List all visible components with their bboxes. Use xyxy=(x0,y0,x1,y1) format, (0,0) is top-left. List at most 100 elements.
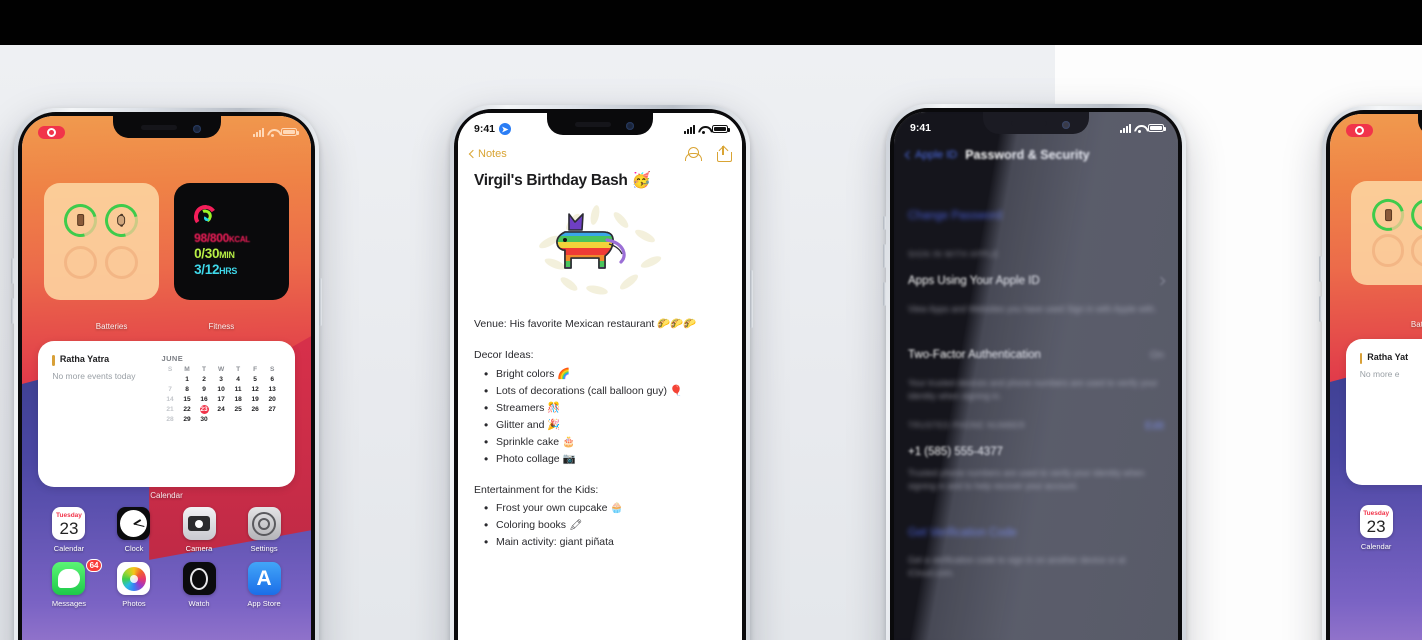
app-photos[interactable]: Photos xyxy=(101,562,166,608)
calendar-event-title: Ratha Yatra xyxy=(59,353,110,364)
battery-ring-iphone xyxy=(58,198,104,244)
calendar-day[interactable]: 9 xyxy=(196,385,213,394)
volume-up-button[interactable] xyxy=(883,244,886,268)
calendar-day[interactable] xyxy=(230,415,247,424)
calendar-day[interactable]: 18 xyxy=(230,395,247,404)
calendar-day[interactable]: 27 xyxy=(264,405,281,414)
calendar-day[interactable]: 24 xyxy=(213,405,230,414)
calendar-day[interactable]: 19 xyxy=(247,395,264,404)
calendar-day[interactable]: 15 xyxy=(179,395,196,404)
calendar-day[interactable]: 1 xyxy=(179,375,196,384)
calendar-day[interactable]: 8 xyxy=(179,385,196,394)
calendar-day[interactable]: 26 xyxy=(247,405,264,414)
widget-batteries[interactable] xyxy=(43,183,159,300)
calendar-day[interactable]: 6 xyxy=(264,375,281,384)
phone-screen[interactable]: 9:41 ➤ Notes Virgil's Birthday Bash 🥳 Ve… xyxy=(458,113,742,640)
screenshot-stage: 98/800KCAL 0/30MIN 3/12HRS Batteries Fit… xyxy=(0,0,1422,640)
power-button[interactable] xyxy=(750,270,753,328)
app-messages[interactable]: 64 Messages xyxy=(36,559,103,608)
calendar-day[interactable]: 22 xyxy=(179,405,196,414)
calendar-dow: T xyxy=(236,365,241,373)
watch-icon xyxy=(182,562,216,596)
calendar-day[interactable]: 20 xyxy=(264,395,281,404)
calendar-day[interactable] xyxy=(247,415,264,424)
share-icon[interactable] xyxy=(717,145,732,162)
calendar-day[interactable]: 2 xyxy=(196,375,213,384)
battery-ring-watch xyxy=(98,198,144,244)
calendar-day[interactable]: 23 xyxy=(196,404,213,414)
app-camera[interactable]: Camera xyxy=(167,507,232,553)
get-verification-code-row[interactable]: Get Verification Code xyxy=(894,517,1178,549)
note-content[interactable]: Virgil's Birthday Bash 🥳 Venue: His favo… xyxy=(458,171,742,640)
wifi-icon xyxy=(267,128,278,137)
app-grid: Tuesday 23 Calendar xyxy=(1344,505,1422,551)
calendar-day[interactable]: 4 xyxy=(230,375,247,384)
calendar-icon-daynum: 23 xyxy=(1366,517,1386,537)
calendar-month-grid: JUNE S M T W T F S 1 2 3 4 5 6 7 8 9 10 11 12 13 14 15 16 17 18 1… xyxy=(162,354,281,474)
calendar-day[interactable]: 7 xyxy=(162,385,179,394)
mute-switch[interactable] xyxy=(883,216,886,230)
calendar-today[interactable]: 23 xyxy=(199,404,209,414)
edit-button[interactable]: Edit xyxy=(1145,420,1164,432)
calendar-day[interactable]: 16 xyxy=(196,395,213,404)
note-list-item: Lots of decorations (call balloon guy) 🎈 xyxy=(474,382,726,401)
calendar-day[interactable]: 13 xyxy=(264,385,281,394)
calendar-day[interactable]: 30 xyxy=(196,415,213,424)
app-calendar[interactable]: Tuesday 23 Calendar xyxy=(1344,505,1408,551)
get-verification-code-footer: Get a verification code to sign in on an… xyxy=(908,554,1126,579)
volume-down-button[interactable] xyxy=(883,282,886,306)
calendar-day[interactable]: 11 xyxy=(230,385,247,394)
phone-screen[interactable]: 9:41 Apple ID Password & Security Change… xyxy=(894,112,1178,640)
app-app-store[interactable]: A App Store xyxy=(232,562,297,608)
page-title: Password & Security xyxy=(965,148,1090,162)
calendar-day[interactable]: 10 xyxy=(213,385,230,394)
widget-calendar[interactable]: Ratha Yatra No more events today JUNE S M… xyxy=(37,340,296,487)
watch-icon xyxy=(117,215,126,227)
volume-up-button[interactable] xyxy=(11,258,14,284)
wifi-icon xyxy=(1134,124,1145,133)
back-button-notes[interactable]: Notes xyxy=(468,148,507,160)
calendar-day[interactable] xyxy=(264,415,281,424)
widget-label-calendar: Calendar xyxy=(150,490,183,500)
settings-list[interactable]: Change Password SIGN IN WITH APPLE Apps … xyxy=(894,174,1178,640)
widget-batteries[interactable] xyxy=(1351,181,1422,285)
app-watch[interactable]: Watch xyxy=(167,562,232,608)
calendar-dow: W xyxy=(217,365,225,373)
calendar-day[interactable] xyxy=(162,375,179,384)
note-title: Virgil's Birthday Bash 🥳 xyxy=(474,172,651,189)
calendar-day[interactable]: 28 xyxy=(162,415,179,424)
fitness-stand-unit: HRS xyxy=(219,266,238,277)
calendar-day[interactable]: 3 xyxy=(213,375,230,384)
app-label: Clock xyxy=(124,544,144,554)
app-settings[interactable]: Settings xyxy=(232,507,297,553)
app-calendar[interactable]: Tuesday 23 Calendar xyxy=(36,507,101,553)
back-button-apple-id[interactable]: Apple ID xyxy=(904,149,957,161)
phone-screen[interactable]: Batt Ratha Yat No more e Tuesday 23 Cal xyxy=(1330,114,1422,640)
change-password-row[interactable]: Change Password xyxy=(894,200,1178,232)
calendar-event-block: Ratha Yatra No more events today xyxy=(52,354,152,474)
phone-screen[interactable]: 98/800KCAL 0/30MIN 3/12HRS Batteries Fit… xyxy=(22,116,311,640)
apps-using-apple-id-row[interactable]: Apps Using Your Apple ID xyxy=(894,264,1178,298)
calendar-day[interactable]: 29 xyxy=(179,415,196,424)
volume-down-button[interactable] xyxy=(11,298,14,324)
settings-app: 9:41 Apple ID Password & Security Change… xyxy=(894,112,1178,640)
volume-down-button[interactable] xyxy=(1319,296,1322,322)
collaborate-icon[interactable] xyxy=(685,147,703,161)
calendar-day[interactable]: 25 xyxy=(230,405,247,414)
calendar-day[interactable] xyxy=(213,415,230,424)
calendar-day[interactable]: 12 xyxy=(247,385,264,394)
two-factor-row[interactable]: Two-Factor Authentication On xyxy=(894,338,1178,372)
trusted-phone-number[interactable]: +1 (585) 555-4377 xyxy=(894,436,1178,462)
widget-calendar[interactable]: Ratha Yat No more e xyxy=(1345,338,1422,485)
calendar-day[interactable]: 5 xyxy=(247,375,264,384)
calendar-day[interactable]: 17 xyxy=(213,395,230,404)
widget-fitness[interactable]: 98/800KCAL 0/30MIN 3/12HRS xyxy=(174,183,290,300)
volume-up-button[interactable] xyxy=(1319,256,1322,282)
calendar-day[interactable]: 14 xyxy=(162,395,179,404)
app-clock[interactable]: Clock xyxy=(101,507,166,553)
power-button[interactable] xyxy=(319,278,322,326)
app-label: Calendar xyxy=(1360,542,1392,552)
two-factor-footer: Your trusted devices and phone numbers a… xyxy=(908,378,1158,402)
activity-rings-icon xyxy=(192,203,219,230)
calendar-day[interactable]: 21 xyxy=(162,405,179,414)
